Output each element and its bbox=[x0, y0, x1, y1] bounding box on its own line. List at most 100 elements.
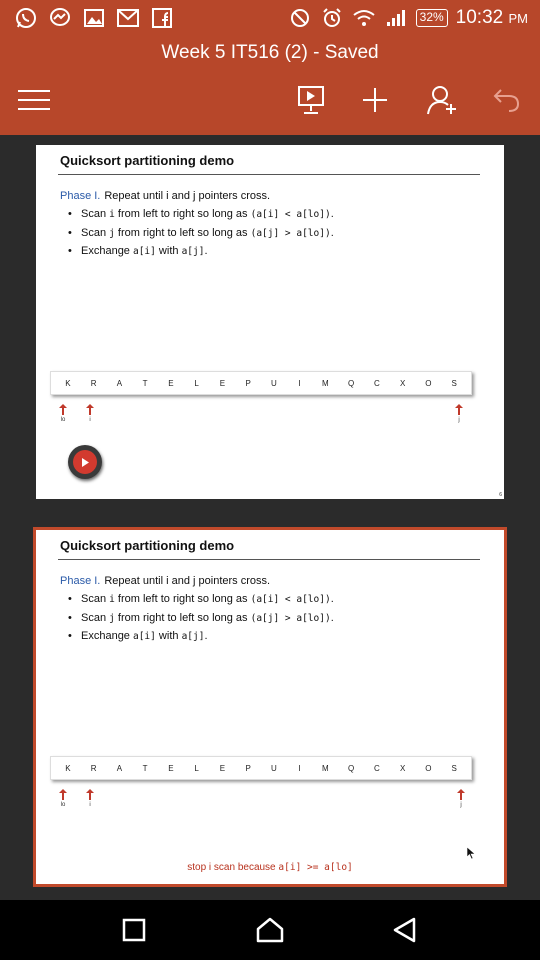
array-cell: E bbox=[168, 378, 174, 388]
pointer-label: i bbox=[89, 417, 91, 423]
array-cell: R bbox=[90, 378, 97, 388]
array-strip: K R A T E L E P U I M Q C X O S bbox=[50, 371, 472, 395]
pointer-arrow-icon bbox=[455, 404, 463, 415]
bullet-code: a[i] bbox=[132, 246, 156, 257]
present-button[interactable] bbox=[293, 82, 329, 118]
array-cell: K bbox=[65, 378, 71, 388]
gallery-icon bbox=[82, 6, 106, 30]
clock: 10:32 PM bbox=[456, 7, 528, 29]
play-button[interactable] bbox=[68, 445, 102, 479]
bullet-text: from right to left so long as bbox=[114, 611, 251, 624]
i-pointer: i bbox=[83, 404, 97, 423]
array-cell: Q bbox=[348, 763, 355, 773]
pointer-label: j bbox=[458, 417, 460, 423]
bullet-text: Exchange bbox=[81, 630, 133, 642]
bullet-item: Scan j from right to left so long as (a[… bbox=[68, 612, 334, 631]
caption-text: stop i scan because bbox=[187, 862, 279, 873]
add-icon bbox=[363, 88, 387, 112]
j-pointer: j bbox=[454, 789, 468, 808]
present-icon bbox=[298, 86, 324, 114]
undo-button[interactable] bbox=[488, 82, 524, 118]
title-divider bbox=[58, 559, 480, 560]
play-icon bbox=[73, 450, 97, 474]
bullet-text: with bbox=[155, 630, 182, 642]
bullet-text: from left to right so long as bbox=[114, 208, 251, 220]
pointer-label: lo bbox=[60, 802, 66, 808]
back-button[interactable] bbox=[389, 914, 421, 946]
array-cell: T bbox=[142, 378, 148, 388]
array-cell: U bbox=[270, 763, 277, 773]
bullet-text: from right to left so long as bbox=[114, 226, 251, 239]
array-cell: S bbox=[451, 763, 457, 773]
lo-pointer: lo bbox=[56, 789, 70, 808]
array-cell: C bbox=[373, 763, 380, 773]
slide-caption: stop i scan because a[i] >= a[lo] bbox=[36, 862, 504, 873]
bullet-text: Exchange bbox=[81, 245, 133, 257]
share-person-icon bbox=[427, 86, 456, 115]
share-button[interactable] bbox=[424, 82, 460, 118]
i-pointer: i bbox=[83, 789, 97, 808]
slide-thumbnail-1[interactable]: Quicksort partitioning demo Phase I. Repe… bbox=[36, 145, 504, 499]
slide-title: Quicksort partitioning demo bbox=[60, 538, 235, 553]
slide-2-content: Quicksort partitioning demo Phase I. Repe… bbox=[36, 530, 504, 884]
array-cell: P bbox=[245, 378, 251, 388]
pointer-arrow-icon bbox=[457, 789, 465, 800]
bullet-text: Scan bbox=[81, 611, 110, 624]
home-button[interactable] bbox=[254, 914, 286, 946]
bullet-code: a[j] bbox=[181, 246, 205, 257]
wifi-icon bbox=[352, 6, 376, 30]
bullet-code: (a[i] < a[lo]) bbox=[250, 209, 331, 220]
array-cell: E bbox=[168, 763, 174, 773]
title-divider bbox=[58, 174, 480, 175]
slide-thumbnail-2-selected[interactable]: Quicksort partitioning demo Phase I. Repe… bbox=[33, 527, 507, 887]
whatsapp-icon bbox=[14, 6, 38, 30]
array-cell: M bbox=[322, 378, 329, 388]
pointer-arrow-icon bbox=[86, 404, 94, 415]
array-cell: E bbox=[219, 378, 226, 388]
array-cell: Q bbox=[348, 378, 355, 388]
phase-line: Phase I. Repeat until i and j pointers cr… bbox=[60, 575, 270, 587]
array-cell: R bbox=[90, 763, 97, 773]
pointer-label: j bbox=[460, 802, 462, 808]
pointer-label: lo bbox=[60, 417, 66, 423]
bullet-code: a[i] bbox=[132, 631, 156, 642]
bullet-item: Scan i from left to right so long as (a[… bbox=[68, 208, 334, 227]
pointer-arrow-icon bbox=[86, 789, 94, 800]
array-cell: I bbox=[298, 378, 301, 388]
clock-ampm: PM bbox=[508, 11, 529, 26]
lo-pointer: lo bbox=[56, 404, 70, 423]
array-cell: L bbox=[194, 378, 199, 388]
array-cell: T bbox=[142, 763, 148, 773]
bullet-item: Scan j from right to left so long as (a[… bbox=[68, 227, 334, 246]
menu-button[interactable] bbox=[16, 82, 52, 118]
phase-label: Phase I. bbox=[60, 575, 101, 587]
page-number: 6 bbox=[499, 492, 502, 498]
messenger-icon bbox=[48, 6, 72, 30]
phase-text: Repeat until i and j pointers cross. bbox=[104, 575, 271, 587]
array-cell: S bbox=[451, 378, 457, 388]
undo-icon bbox=[493, 89, 520, 112]
status-bar: 32% 10:32 PM bbox=[0, 0, 540, 36]
bullet-item: Exchange a[i] with a[j]. bbox=[68, 630, 334, 649]
document-title: Week 5 IT516 (2) - Saved bbox=[161, 42, 379, 63]
array-cell: U bbox=[270, 378, 277, 388]
array-cell: O bbox=[425, 763, 432, 773]
array-cell: M bbox=[322, 763, 329, 773]
array-cell: K bbox=[65, 763, 71, 773]
array-cell: P bbox=[245, 763, 251, 773]
bullet-text: . bbox=[330, 226, 334, 239]
clock-time: 10:32 bbox=[455, 7, 504, 28]
bullet-code: (a[j] > a[lo]) bbox=[250, 227, 331, 239]
bullet-text: Scan bbox=[81, 593, 110, 605]
home-icon bbox=[256, 917, 284, 943]
array-cell: X bbox=[399, 378, 406, 388]
phase-text: Repeat until i and j pointers cross. bbox=[104, 190, 271, 202]
bullet-text: . bbox=[330, 208, 334, 220]
battery-indicator: 32% bbox=[415, 9, 448, 27]
array-cell: X bbox=[399, 763, 406, 773]
bullet-text: with bbox=[155, 245, 182, 257]
slide-title: Quicksort partitioning demo bbox=[60, 153, 235, 168]
recents-button[interactable] bbox=[118, 914, 150, 946]
j-pointer: j bbox=[452, 404, 466, 423]
add-button[interactable] bbox=[357, 82, 393, 118]
